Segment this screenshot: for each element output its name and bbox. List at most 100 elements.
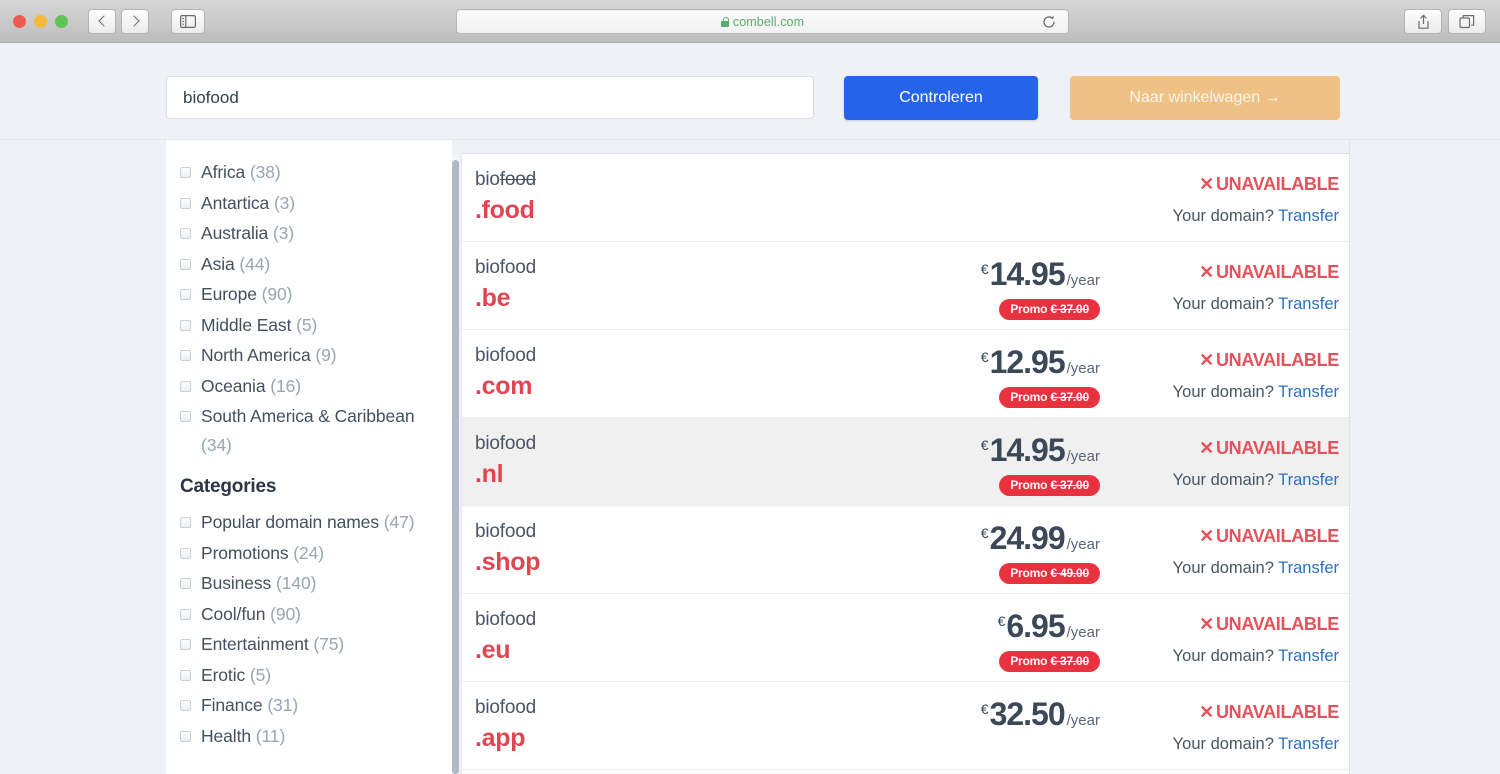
status-badge: ✕ UNAVAILABLE — [1173, 262, 1339, 283]
checkbox-icon[interactable] — [180, 380, 191, 392]
checkbox-icon[interactable] — [180, 669, 191, 681]
filter-category-4[interactable]: Entertainment (75) — [180, 629, 438, 660]
price-period: /year — [1066, 448, 1100, 465]
checkbox-icon[interactable] — [180, 730, 191, 742]
forward-button[interactable] — [121, 8, 149, 34]
back-button[interactable] — [88, 8, 116, 34]
results-scrollbar-thumb[interactable] — [452, 160, 459, 774]
filter-region-2[interactable]: Australia (3) — [180, 218, 438, 249]
checkbox-icon[interactable] — [180, 197, 191, 209]
status-badge: ✕ UNAVAILABLE — [1173, 438, 1339, 459]
domain-result-row[interactable]: biofood .be €14.95/year Promo € 37.00 ✕ UNAVA… — [462, 242, 1349, 330]
domain-search-input[interactable] — [166, 76, 814, 119]
filter-category-7[interactable]: Health (11) — [180, 721, 438, 752]
filter-label: South America & Caribbean (34) — [201, 402, 438, 459]
check-domain-button[interactable]: Controleren — [844, 76, 1038, 120]
maximize-window-button[interactable] — [55, 14, 68, 28]
domain-result-row[interactable]: biofood .com €12.95/year Promo € 37.00 ✕ UNAV… — [462, 330, 1349, 418]
filter-region-3[interactable]: Asia (44) — [180, 249, 438, 280]
status-label: UNAVAILABLE — [1215, 438, 1339, 458]
filter-name: Europe — [201, 284, 262, 304]
filter-count: (47) — [383, 512, 415, 532]
domain-base-name: biofood — [475, 521, 536, 542]
filter-category-2[interactable]: Business (140) — [180, 568, 438, 599]
close-window-button[interactable] — [13, 14, 26, 28]
filter-count: (5) — [249, 664, 271, 685]
filter-category-6[interactable]: Finance (31) — [180, 690, 438, 721]
domain-status-group: ✕ UNAVAILABLE Your domain? Transfer — [1172, 350, 1340, 402]
domain-result-row[interactable]: biofood .eu €6.95/year Promo € 37.00 ✕ UNAVAI… — [462, 594, 1349, 682]
share-button[interactable] — [1404, 9, 1442, 34]
checkbox-icon[interactable] — [180, 228, 191, 239]
minimize-window-button[interactable] — [34, 14, 47, 28]
filter-count: (140) — [275, 573, 317, 593]
promo-old-price: € 37.00 — [1050, 478, 1089, 492]
filter-name: South America & Caribbean — [201, 406, 415, 426]
status-label: UNAVAILABLE — [1215, 262, 1339, 282]
filter-region-7[interactable]: Oceania (16) — [180, 371, 438, 402]
go-to-cart-button[interactable]: Naar winkelwagen → — [1070, 76, 1340, 120]
filter-category-3[interactable]: Cool/fun (90) — [180, 599, 438, 630]
checkbox-icon[interactable] — [180, 289, 191, 300]
price-amount: 32.50 — [989, 696, 1066, 732]
currency-symbol: € — [997, 613, 1006, 629]
transfer-link[interactable]: Transfer — [1278, 471, 1339, 489]
filter-label: Africa (38) — [201, 158, 281, 187]
promo-badge: Promo € 37.00 — [999, 299, 1100, 320]
filter-region-4[interactable]: Europe (90) — [180, 279, 438, 310]
filter-label: Popular domain names (47) — [201, 508, 415, 537]
filter-label: Promotions (24) — [201, 539, 324, 568]
filter-region-5[interactable]: Middle East (5) — [180, 310, 438, 341]
domain-base-name: bio — [475, 169, 500, 190]
checkbox-icon[interactable] — [180, 411, 191, 422]
filter-category-1[interactable]: Promotions (24) — [180, 538, 438, 569]
transfer-link[interactable]: Transfer — [1278, 647, 1339, 665]
sidebar-toggle-button[interactable] — [171, 8, 205, 34]
promo-prefix: Promo — [1010, 390, 1051, 404]
checkbox-icon[interactable] — [180, 608, 191, 620]
domain-name: biofood — [475, 434, 536, 453]
checkbox-icon[interactable] — [180, 547, 191, 559]
share-icon — [1417, 14, 1429, 29]
domain-tld: .be — [475, 284, 511, 312]
price-line: €14.95/year — [932, 258, 1100, 290]
checkbox-icon[interactable] — [180, 167, 191, 178]
domain-result-row[interactable]: biofood .nl €14.95/year Promo € 37.00 ✕ UNAVA… — [462, 418, 1349, 506]
transfer-link[interactable]: Transfer — [1278, 559, 1339, 577]
filter-region-0[interactable]: Africa (38) — [180, 157, 438, 188]
filter-region-8[interactable]: South America & Caribbean (34) — [180, 401, 438, 460]
domain-name: biofood — [475, 346, 536, 365]
tabs-button[interactable] — [1448, 9, 1486, 34]
filter-count: (38) — [249, 162, 281, 182]
filter-region-6[interactable]: North America (9) — [180, 340, 438, 371]
checkbox-icon[interactable] — [180, 517, 191, 528]
filter-count: (75) — [313, 634, 345, 654]
transfer-link[interactable]: Transfer — [1278, 295, 1339, 313]
checkbox-icon[interactable] — [180, 350, 191, 361]
filter-name: Asia — [201, 253, 240, 274]
tabs-icon — [1459, 15, 1475, 29]
domain-tld: .shop — [475, 548, 541, 576]
checkbox-icon[interactable] — [180, 578, 191, 589]
address-bar[interactable]: combell.com — [456, 9, 1069, 34]
domain-result-row[interactable]: biofood .shop €24.99/year Promo € 49.00 ✕ UNA… — [462, 506, 1349, 594]
transfer-prefix: Your domain? — [1172, 559, 1279, 577]
transfer-link[interactable]: Transfer — [1278, 383, 1339, 401]
checkbox-icon[interactable] — [180, 319, 191, 331]
transfer-link[interactable]: Transfer — [1278, 207, 1339, 225]
price-line: €14.95/year — [932, 434, 1100, 466]
transfer-prefix: Your domain? — [1172, 383, 1279, 401]
results-top-gap — [461, 140, 1350, 154]
filter-category-0[interactable]: Popular domain names (47) — [180, 507, 438, 538]
domain-result-row[interactable]: biofood .app €32.50/year ✕ UNAVAILABLE Your d… — [462, 682, 1349, 770]
domain-result-row[interactable]: biofood .food ✕ UNAVAILABLE Your domain? Tra… — [462, 154, 1349, 242]
checkbox-icon[interactable] — [180, 258, 191, 270]
status-label: UNAVAILABLE — [1215, 174, 1339, 194]
checkbox-icon[interactable] — [180, 700, 191, 711]
filter-category-5[interactable]: Erotic (5) — [180, 660, 438, 691]
filter-region-1[interactable]: Antartica (3) — [180, 188, 438, 219]
reload-button[interactable] — [1042, 15, 1056, 29]
transfer-prefix: Your domain? — [1172, 647, 1279, 665]
checkbox-icon[interactable] — [180, 639, 191, 650]
transfer-link[interactable]: Transfer — [1278, 735, 1339, 753]
